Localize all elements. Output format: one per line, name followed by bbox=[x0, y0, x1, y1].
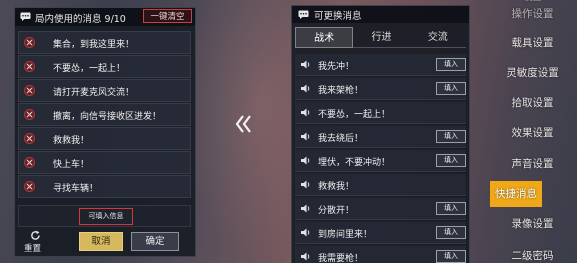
list-item: 我来架枪！ 填入 bbox=[295, 78, 466, 100]
tab-communication[interactable]: 交流 bbox=[409, 27, 466, 48]
replaceable-messages-header: 可更换消息 bbox=[292, 6, 469, 23]
double-chevron-left-icon bbox=[235, 115, 251, 133]
message-text: 埋伏，不要冲动！ bbox=[318, 158, 391, 168]
sidebar-item-recording[interactable]: 录像设置 bbox=[488, 211, 577, 237]
list-item[interactable]: 撤离，向信号接收区进发！ bbox=[18, 102, 191, 126]
message-text: 我先冲！ bbox=[318, 62, 355, 72]
replaceable-messages-title: 可更换消息 bbox=[314, 11, 362, 22]
list-item: 到房间里来！ 填入 bbox=[295, 222, 466, 244]
list-item: 救救我！ bbox=[295, 174, 466, 196]
message-text: 我来架枪！ bbox=[318, 86, 364, 96]
tab-tactics[interactable]: 战术 bbox=[295, 27, 354, 48]
list-item: 分散开！ 填入 bbox=[295, 198, 466, 220]
list-item[interactable]: 请打开麦克风交流！ bbox=[18, 78, 191, 102]
settings-sidebar: 设置 操作设置 载具设置 灵敏度设置 拾取设置 效果设置 声音设置 快捷消息 录… bbox=[488, 0, 577, 263]
replaceable-message-list: 我先冲！ 填入 我来架枪！ 填入 不要怂，一起上！ 我去绕后！ 填入 埋伏，不要… bbox=[295, 54, 466, 263]
list-item: 我先冲！ 填入 bbox=[295, 54, 466, 76]
message-text: 我需要枪！ bbox=[318, 254, 364, 263]
remove-icon[interactable] bbox=[24, 60, 35, 72]
tab-movement[interactable]: 行进 bbox=[353, 27, 410, 48]
message-text: 救救我！ bbox=[318, 182, 355, 192]
message-text: 寻找车辆！ bbox=[53, 183, 99, 194]
fill-button[interactable]: 填入 bbox=[436, 250, 466, 263]
sidebar-item-effects[interactable]: 效果设置 bbox=[488, 120, 577, 146]
remove-icon[interactable] bbox=[24, 132, 35, 144]
refresh-icon bbox=[31, 230, 40, 240]
speaker-icon[interactable] bbox=[301, 228, 312, 237]
match-message-list: 集合，到我这里来！ 不要怂，一起上！ 请打开麦克风交流！ 撤离，向信号接收区进发… bbox=[18, 31, 191, 199]
fill-button[interactable]: 填入 bbox=[436, 82, 466, 95]
match-messages-title: 局内使用的消息 9/10 bbox=[35, 14, 126, 25]
sidebar-item-secondary-password[interactable]: 二级密码 bbox=[488, 243, 577, 263]
sidebar-item-quick-messages[interactable]: 快捷消息 bbox=[490, 181, 542, 207]
empty-message-slot[interactable]: 可填入信息 bbox=[18, 205, 191, 227]
remove-icon[interactable] bbox=[24, 180, 35, 192]
sidebar-item-vehicle[interactable]: 载具设置 bbox=[488, 30, 577, 56]
list-item[interactable]: 救救我！ bbox=[18, 126, 191, 150]
message-text: 不要怂，一起上！ bbox=[53, 63, 126, 74]
replaceable-messages-panel: 可更换消息 战术 行进 交流 我先冲！ 填入 我来架枪！ 填入 不要怂，一起上！… bbox=[291, 5, 470, 263]
speaker-icon[interactable] bbox=[301, 60, 312, 69]
remove-icon[interactable] bbox=[24, 84, 35, 96]
chat-bubble-icon bbox=[20, 12, 31, 21]
list-item: 我去绕后！ 填入 bbox=[295, 126, 466, 148]
fill-button[interactable]: 填入 bbox=[436, 154, 466, 167]
list-item: 埋伏，不要冲动！ 填入 bbox=[295, 150, 466, 172]
sidebar-item-sensitivity[interactable]: 灵敏度设置 bbox=[488, 60, 577, 86]
reset-label: 重置 bbox=[24, 244, 42, 254]
message-text: 救救我！ bbox=[53, 135, 90, 146]
message-text: 集合，到我这里来！ bbox=[53, 40, 135, 50]
speaker-icon[interactable] bbox=[301, 84, 312, 93]
match-messages-panel: 局内使用的消息 9/10 一键清空 集合，到我这里来！ 不要怂，一起上！ 请打开… bbox=[14, 7, 196, 257]
speaker-icon[interactable] bbox=[301, 108, 312, 117]
message-text: 不要怂，一起上！ bbox=[318, 110, 391, 120]
confirm-button[interactable]: 确定 bbox=[131, 232, 179, 251]
chat-bubble-icon bbox=[298, 10, 309, 19]
sidebar-item-pickup[interactable]: 拾取设置 bbox=[488, 90, 577, 116]
message-text: 分散开！ bbox=[318, 206, 355, 216]
remove-icon[interactable] bbox=[24, 108, 35, 120]
list-item: 我需要枪！ 填入 bbox=[295, 246, 466, 263]
list-item[interactable]: 不要怂，一起上！ bbox=[18, 54, 191, 78]
list-item[interactable]: 寻找车辆！ bbox=[18, 174, 191, 198]
list-item: 不要怂，一起上！ bbox=[295, 102, 466, 124]
speaker-icon[interactable] bbox=[301, 252, 312, 261]
remove-icon[interactable] bbox=[24, 156, 35, 168]
fill-button[interactable]: 填入 bbox=[436, 130, 466, 143]
message-text: 快上车！ bbox=[53, 159, 90, 170]
list-item[interactable]: 集合，到我这里来！ bbox=[18, 31, 191, 54]
clear-all-button[interactable]: 一键清空 bbox=[143, 9, 192, 23]
fill-button[interactable]: 填入 bbox=[436, 226, 466, 239]
sidebar-item-sound[interactable]: 声音设置 bbox=[488, 151, 577, 177]
cancel-button[interactable]: 取消 bbox=[79, 232, 123, 251]
speaker-icon[interactable] bbox=[301, 204, 312, 213]
sidebar-item-controls[interactable]: 操作设置 bbox=[488, 1, 577, 27]
message-text: 请打开麦克风交流！ bbox=[53, 87, 135, 98]
speaker-icon[interactable] bbox=[301, 132, 312, 141]
match-messages-header: 局内使用的消息 9/10 一键清空 bbox=[15, 8, 195, 26]
speaker-icon[interactable] bbox=[301, 156, 312, 165]
speaker-icon[interactable] bbox=[301, 180, 312, 189]
message-text: 撤离，向信号接收区进发！ bbox=[53, 111, 162, 122]
list-item[interactable]: 快上车！ bbox=[18, 150, 191, 174]
message-text: 我去绕后！ bbox=[318, 134, 364, 144]
fill-button[interactable]: 填入 bbox=[436, 202, 466, 215]
remove-icon[interactable] bbox=[24, 37, 35, 48]
fill-hint-label: 可填入信息 bbox=[79, 208, 133, 225]
fill-button[interactable]: 填入 bbox=[436, 58, 466, 71]
reset-button[interactable]: 重置 bbox=[24, 230, 46, 254]
message-text: 到房间里来！ bbox=[318, 230, 373, 240]
message-category-tabs: 战术 行进 交流 bbox=[295, 27, 466, 48]
